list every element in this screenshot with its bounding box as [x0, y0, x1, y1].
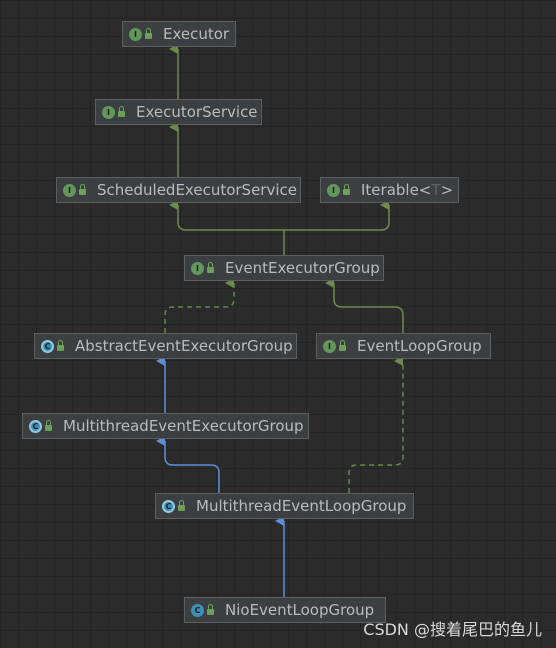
lock-icon: [207, 603, 214, 615]
lock-icon: [79, 183, 86, 195]
node-abstract-event-executor-group[interactable]: C AbstractEventExecutorGroup: [34, 333, 297, 359]
lock-icon: [145, 27, 152, 39]
node-nio-event-loop-group[interactable]: C NioEventLoopGroup: [184, 597, 386, 623]
node-scheduled-executor-service[interactable]: I ScheduledExecutorService: [56, 177, 301, 203]
lock-icon: [118, 105, 125, 117]
type-parameter: T: [431, 181, 441, 199]
interface-icon: I: [323, 339, 336, 353]
lock-icon: [57, 339, 64, 351]
class-icon: C: [191, 603, 204, 617]
watermark: CSDN @搜着尾巴的鱼儿: [363, 620, 542, 639]
node-event-executor-group[interactable]: I EventExecutorGroup: [184, 255, 384, 281]
node-label-close: >: [440, 181, 454, 199]
interface-icon: I: [191, 261, 204, 275]
node-label: MultithreadEventLoopGroup: [196, 497, 407, 515]
node-label: MultithreadEventExecutorGroup: [63, 417, 304, 435]
inheritance-edges: [156, 44, 404, 597]
node-label: ExecutorService: [136, 103, 258, 121]
node-label: EventExecutorGroup: [225, 259, 380, 277]
lock-icon: [178, 499, 185, 511]
node-label: ScheduledExecutorService: [97, 181, 297, 199]
node-label: NioEventLoopGroup: [225, 601, 375, 619]
node-executor-service[interactable]: I ExecutorService: [95, 99, 262, 125]
interface-icon: I: [327, 183, 340, 197]
edge-eventexecutorgroup-to-scheduled: [169, 200, 285, 255]
node-event-loop-group[interactable]: I EventLoopGroup: [316, 333, 491, 359]
abstract-class-icon: C: [41, 339, 54, 353]
node-multithread-event-loop-group[interactable]: C MultithreadEventLoopGroup: [155, 493, 414, 519]
edge-multithreadelg-implements-eventloopgroup: [348, 356, 404, 493]
node-label: Iterable<: [361, 181, 432, 199]
node-label: EventLoopGroup: [357, 337, 482, 355]
lock-icon: [339, 339, 346, 351]
node-executor[interactable]: I Executor: [122, 21, 236, 47]
edge-multithreadelg-extends-multithreadeeg: [156, 436, 220, 493]
interface-icon: I: [63, 183, 76, 197]
lock-icon: [45, 419, 52, 431]
edge-eventexecutorgroup-to-iterable: [284, 200, 390, 231]
lock-icon: [343, 183, 350, 195]
interface-icon: I: [102, 105, 115, 119]
node-label: AbstractEventExecutorGroup: [75, 337, 293, 355]
node-iterable[interactable]: I Iterable< T >: [320, 177, 459, 203]
lock-icon: [207, 261, 214, 273]
interface-icon: I: [129, 27, 142, 41]
edge-abstracteeg-implements-eeg: [164, 278, 235, 333]
node-label: Executor: [163, 25, 230, 43]
abstract-class-icon: C: [162, 499, 175, 513]
abstract-class-icon: C: [29, 419, 42, 433]
edge-eventloopgroup-to-eeg: [325, 278, 404, 333]
node-multithread-event-executor-group[interactable]: C MultithreadEventExecutorGroup: [22, 413, 309, 439]
